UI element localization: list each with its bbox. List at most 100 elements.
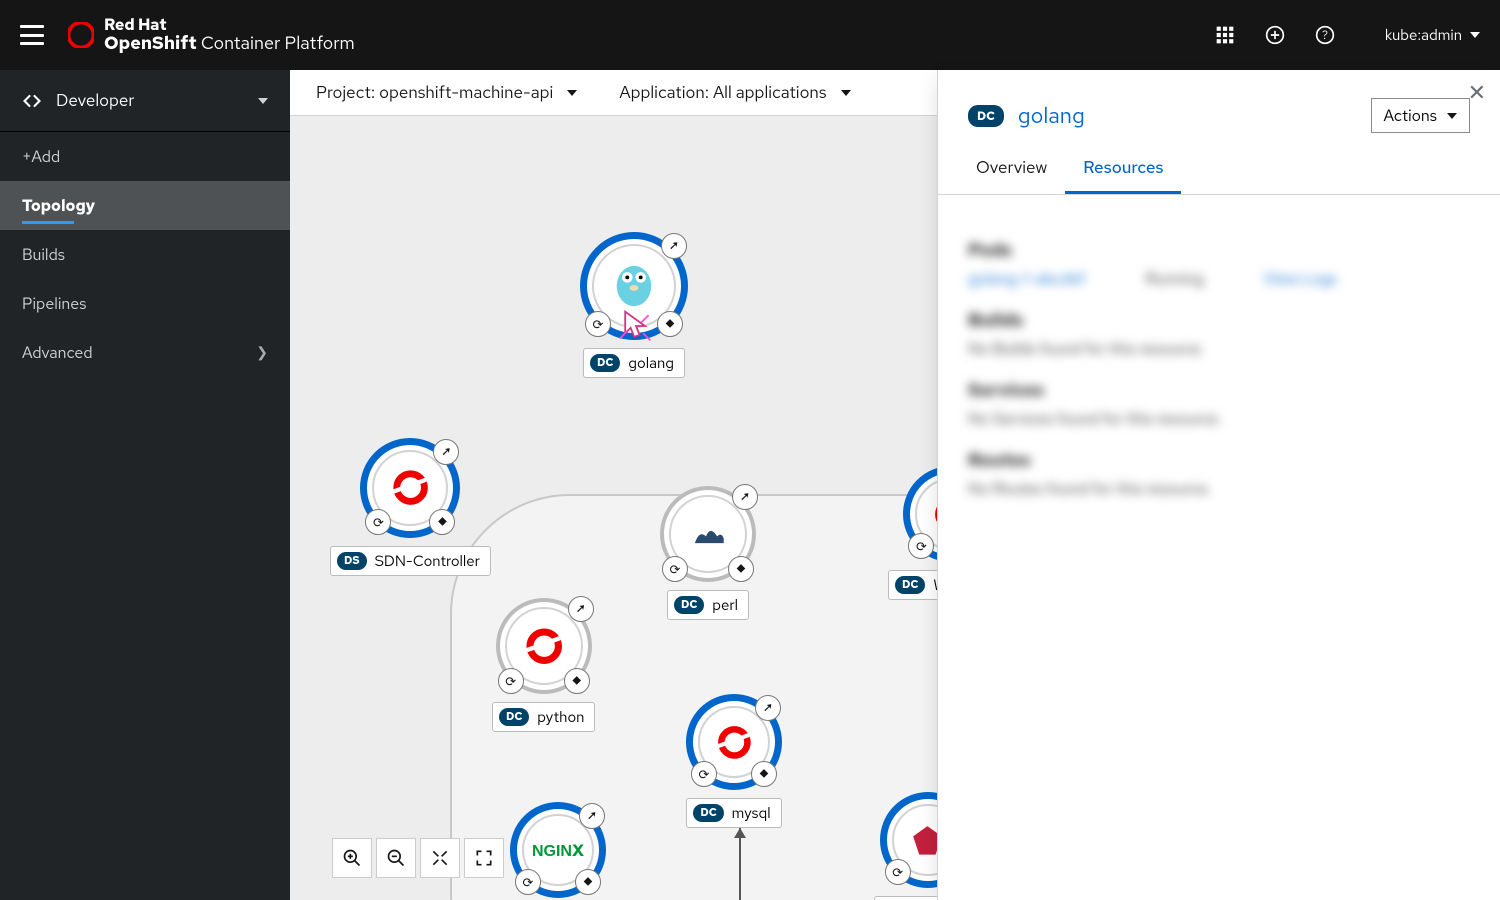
node-python[interactable]: ↗ ⟳ ◆ DCpython — [492, 598, 595, 732]
zoom-in-button[interactable] — [332, 838, 372, 878]
section-builds-heading: Builds — [968, 309, 1470, 332]
resource-kind-badge: DC — [895, 576, 925, 594]
sync-icon[interactable]: ⟳ — [365, 509, 391, 535]
main: Project: openshift-machine-api Applicati… — [290, 70, 1500, 900]
node-perl[interactable]: ↗ ⟳ ◆ DC perl — [660, 486, 756, 620]
sidebar-item-label: Topology — [22, 195, 95, 216]
resource-kind-badge: DS — [337, 552, 367, 570]
close-panel-button[interactable]: ✕ — [1468, 78, 1486, 107]
open-url-icon[interactable]: ↗ — [661, 233, 687, 259]
node-label[interactable]: DS SDN-Controller — [330, 546, 491, 576]
resource-kind-badge: DC — [968, 105, 1004, 127]
openshift-icon — [714, 722, 755, 763]
node-sdn-controller[interactable]: ↗ ⟳ ◆ DS SDN-Controller — [330, 438, 491, 576]
build-icon[interactable]: ◆ — [429, 509, 455, 535]
fullscreen-button[interactable] — [464, 838, 504, 878]
node-name: golang — [628, 353, 674, 373]
golang-gopher-icon — [610, 262, 658, 310]
code-icon — [22, 91, 42, 111]
sidebar: Developer +Add Topology Builds Pipelines… — [0, 70, 290, 900]
resource-kind-badge: DC — [693, 804, 723, 822]
sync-icon[interactable]: ⟳ — [662, 556, 688, 582]
node-name: python — [537, 707, 584, 727]
resource-kind-badge: DC — [590, 354, 620, 372]
section-services-heading: Services — [968, 379, 1470, 402]
details-side-panel: ✕ DC golang Actions Overview Resources P… — [937, 70, 1500, 900]
sidebar-item-label: Builds — [22, 244, 65, 265]
project-selector[interactable]: Project: openshift-machine-api — [316, 82, 577, 104]
user-name: kube:admin — [1385, 25, 1462, 45]
node-label[interactable]: DC mysql — [686, 798, 781, 828]
node-nginx[interactable]: NGINX ↗ ⟳ ◆ — [510, 802, 606, 898]
openshift-icon — [522, 624, 566, 668]
actions-dropdown[interactable]: Actions — [1371, 98, 1471, 133]
edge-connector — [730, 828, 750, 900]
build-icon[interactable]: ◆ — [657, 311, 683, 337]
nginx-logo-icon: NGINX — [532, 840, 584, 861]
node-label[interactable]: DCpython — [492, 702, 595, 732]
user-menu[interactable]: kube:admin — [1385, 25, 1480, 45]
caret-down-icon — [841, 90, 851, 96]
node-name: SDN-Controller — [375, 551, 480, 571]
build-icon[interactable]: ◆ — [751, 761, 777, 787]
node-mysql[interactable]: ↗ ⟳ ◆ DC mysql — [686, 694, 782, 828]
sync-icon[interactable]: ⟳ — [908, 533, 934, 559]
brand-product: OpenShift Container Platform — [104, 34, 355, 54]
caret-down-icon — [567, 90, 577, 96]
section-routes-heading: Routes — [968, 449, 1470, 472]
pod-link[interactable]: golang-1-abcdef — [968, 268, 1085, 289]
fit-to-screen-button[interactable] — [420, 838, 460, 878]
node-name: perl — [712, 595, 738, 615]
side-panel-body: Pods golang-1-abcdef Running View Logs B… — [938, 195, 1500, 900]
sidebar-item-pipelines[interactable]: Pipelines — [0, 279, 290, 328]
app-launcher-icon[interactable] — [1215, 25, 1235, 45]
add-icon[interactable] — [1265, 25, 1285, 45]
builds-empty-text: No Builds found for this resource. — [968, 338, 1470, 359]
build-icon[interactable]: ◆ — [564, 668, 590, 694]
application-selector[interactable]: Application: All applications — [619, 82, 850, 104]
side-panel-header: DC golang Actions — [938, 70, 1500, 145]
node-golang[interactable]: ↗ ⟳ ◆ DC golang — [580, 232, 688, 378]
tab-overview[interactable]: Overview — [958, 145, 1065, 194]
project-label: Project: openshift-machine-api — [316, 82, 553, 104]
build-icon[interactable]: ◆ — [575, 869, 601, 895]
tab-resources[interactable]: Resources — [1065, 145, 1181, 194]
sidebar-item-builds[interactable]: Builds — [0, 230, 290, 279]
routes-empty-text: No Routes found for this resource. — [968, 478, 1470, 499]
sidebar-item-label: Advanced — [22, 342, 93, 363]
open-url-icon[interactable]: ↗ — [732, 484, 758, 510]
caret-down-icon — [1470, 32, 1480, 38]
masthead: Red Hat OpenShift Container Platform ? k… — [0, 0, 1500, 70]
sidebar-item-label: Pipelines — [22, 293, 86, 314]
help-icon[interactable]: ? — [1315, 25, 1335, 45]
open-url-icon[interactable]: ↗ — [579, 803, 605, 829]
view-logs-link[interactable]: View Logs — [1264, 268, 1337, 289]
side-panel-title[interactable]: golang — [1018, 101, 1085, 130]
redhat-logo-icon — [68, 22, 94, 48]
sidebar-item-add[interactable]: +Add — [0, 132, 290, 181]
caret-down-icon — [258, 98, 268, 104]
perspective-label: Developer — [56, 90, 134, 112]
sync-icon[interactable]: ⟳ — [585, 311, 611, 337]
open-url-icon[interactable]: ↗ — [568, 596, 594, 622]
chevron-right-icon: ❯ — [256, 344, 268, 362]
open-url-icon[interactable]: ↗ — [755, 695, 781, 721]
perl-camel-icon — [686, 512, 730, 556]
brand: Red Hat OpenShift Container Platform — [68, 16, 355, 53]
zoom-out-button[interactable] — [376, 838, 416, 878]
sync-icon[interactable]: ⟳ — [498, 668, 524, 694]
hamburger-menu-button[interactable] — [20, 25, 44, 45]
resource-kind-badge: DC — [674, 596, 704, 614]
perspective-switcher[interactable]: Developer — [0, 70, 290, 132]
sync-icon[interactable]: ⟳ — [515, 869, 541, 895]
sync-icon[interactable]: ⟳ — [885, 859, 911, 885]
node-label[interactable]: DC perl — [667, 590, 749, 620]
sidebar-item-topology[interactable]: Topology — [0, 181, 290, 230]
side-panel-tabs: Overview Resources — [938, 145, 1500, 195]
sync-icon[interactable]: ⟳ — [691, 761, 717, 787]
sidebar-item-advanced[interactable]: Advanced ❯ — [0, 328, 290, 377]
node-label[interactable]: DC golang — [583, 348, 685, 378]
build-icon[interactable]: ◆ — [728, 556, 754, 582]
node-name: mysql — [732, 803, 771, 823]
open-url-icon[interactable]: ↗ — [433, 439, 459, 465]
